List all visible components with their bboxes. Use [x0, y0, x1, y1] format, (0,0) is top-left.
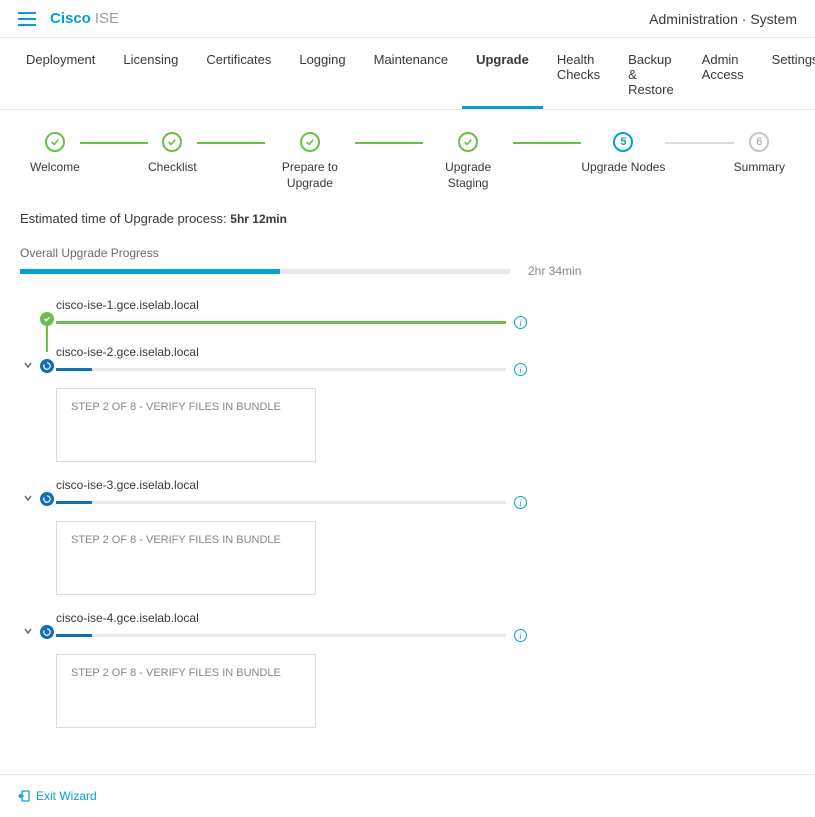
expand-toggle[interactable] — [22, 359, 34, 371]
overall-progress-fill — [20, 269, 280, 274]
wizard-connector — [355, 142, 423, 144]
info-icon[interactable]: i — [514, 496, 527, 509]
node-name: cisco-ise-3.gce.iselab.local — [56, 478, 795, 492]
node-progress-fill — [56, 634, 92, 637]
node-row: cisco-ise-1.gce.iselab.local i — [22, 298, 795, 329]
exit-icon — [18, 790, 30, 802]
node-row: cisco-ise-3.gce.iselab.local i STEP 2 OF 8… — [22, 478, 795, 595]
wizard-step-label: Prepare to Upgrade — [265, 160, 355, 191]
menu-icon[interactable] — [18, 12, 36, 26]
node-progress-row: i — [56, 316, 795, 329]
exit-wizard-label: Exit Wizard — [36, 789, 97, 803]
expand-toggle[interactable] — [22, 625, 34, 637]
node-list: cisco-ise-1.gce.iselab.localicisco-ise-2… — [20, 298, 795, 728]
tab-backup-restore[interactable]: Backup & Restore — [614, 38, 688, 109]
check-icon — [458, 132, 478, 152]
wizard-footer: Exit Wizard — [0, 774, 815, 817]
step-number: 5 — [613, 132, 633, 152]
wizard-step-6[interactable]: 6 Summary — [734, 132, 785, 176]
tab-logging[interactable]: Logging — [285, 38, 359, 109]
wizard-step-label: Welcome — [30, 160, 80, 176]
node-name: cisco-ise-4.gce.iselab.local — [56, 611, 795, 625]
wizard-step-5[interactable]: 5 Upgrade Nodes — [581, 132, 665, 176]
node-progress-bar — [56, 321, 506, 324]
node-progress-fill — [56, 368, 92, 371]
wizard-steps: Welcome Checklist Prepare to Upgrade Upgrad… — [0, 110, 815, 201]
info-icon[interactable]: i — [514, 363, 527, 376]
overall-progress-label: Overall Upgrade Progress — [20, 246, 795, 260]
tab-upgrade[interactable]: Upgrade — [462, 38, 543, 109]
node-details: STEP 2 OF 8 - VERIFY FILES IN BUNDLE — [56, 388, 316, 462]
brand-cisco: Cisco — [50, 10, 91, 27]
exit-wizard-button[interactable]: Exit Wizard — [18, 789, 97, 803]
status-running-icon — [40, 359, 54, 373]
node-row: cisco-ise-2.gce.iselab.local i STEP 2 OF 8… — [22, 345, 795, 462]
status-done-icon — [40, 312, 54, 326]
overall-progress-bar — [20, 269, 510, 274]
node-progress-fill — [56, 321, 506, 324]
node-details: STEP 2 OF 8 - VERIFY FILES IN BUNDLE — [56, 654, 316, 728]
wizard-step-label: Upgrade Nodes — [581, 160, 665, 176]
tab-admin-access[interactable]: Admin Access — [688, 38, 758, 109]
check-icon — [300, 132, 320, 152]
wizard-connector — [80, 142, 148, 144]
check-icon — [45, 132, 65, 152]
info-icon[interactable]: i — [514, 629, 527, 642]
wizard-connector — [665, 142, 733, 144]
estimated-time-label: Estimated time of Upgrade process: — [20, 211, 230, 226]
wizard-step-2[interactable]: Checklist — [148, 132, 197, 176]
wizard-step-1[interactable]: Welcome — [30, 132, 80, 176]
tab-settings[interactable]: Settings — [758, 38, 815, 109]
wizard-step-3[interactable]: Prepare to Upgrade — [265, 132, 355, 191]
tab-certificates[interactable]: Certificates — [192, 38, 285, 109]
node-progress-row: i — [56, 496, 795, 509]
node-progress-bar — [56, 634, 506, 637]
overall-progress-row: 2hr 34min — [20, 264, 795, 278]
nav-tabs: DeploymentLicensingCertificatesLoggingMa… — [0, 38, 815, 110]
node-name: cisco-ise-1.gce.iselab.local — [56, 298, 795, 312]
step-number: 6 — [749, 132, 769, 152]
wizard-step-4[interactable]: Upgrade Staging — [423, 132, 513, 191]
check-icon — [162, 132, 182, 152]
breadcrumb: Administration · System — [649, 11, 797, 27]
info-icon[interactable]: i — [514, 316, 527, 329]
brand-ise: ISE — [95, 10, 119, 27]
tab-deployment[interactable]: Deployment — [12, 38, 109, 109]
node-progress-bar — [56, 501, 506, 504]
estimated-time: Estimated time of Upgrade process: 5hr 1… — [20, 211, 795, 226]
overall-progress-time: 2hr 34min — [528, 264, 581, 278]
expand-toggle[interactable] — [22, 492, 34, 504]
wizard-step-label: Upgrade Staging — [423, 160, 513, 191]
tab-health-checks[interactable]: Health Checks — [543, 38, 614, 109]
node-progress-row: i — [56, 629, 795, 642]
status-running-icon — [40, 492, 54, 506]
estimated-time-value: 5hr 12min — [230, 212, 287, 226]
node-progress-fill — [56, 501, 92, 504]
wizard-step-label: Summary — [734, 160, 785, 176]
node-progress-row: i — [56, 363, 795, 376]
node-progress-bar — [56, 368, 506, 371]
wizard-connector — [197, 142, 265, 144]
wizard-step-label: Checklist — [148, 160, 197, 176]
node-details: STEP 2 OF 8 - VERIFY FILES IN BUNDLE — [56, 521, 316, 595]
tab-licensing[interactable]: Licensing — [109, 38, 192, 109]
upgrade-content: Estimated time of Upgrade process: 5hr 1… — [0, 201, 815, 764]
node-row: cisco-ise-4.gce.iselab.local i STEP 2 OF 8… — [22, 611, 795, 728]
app-header: Cisco ISE Administration · System — [0, 0, 815, 38]
tab-maintenance[interactable]: Maintenance — [360, 38, 462, 109]
wizard-connector — [513, 142, 581, 144]
status-running-icon — [40, 625, 54, 639]
node-name: cisco-ise-2.gce.iselab.local — [56, 345, 795, 359]
